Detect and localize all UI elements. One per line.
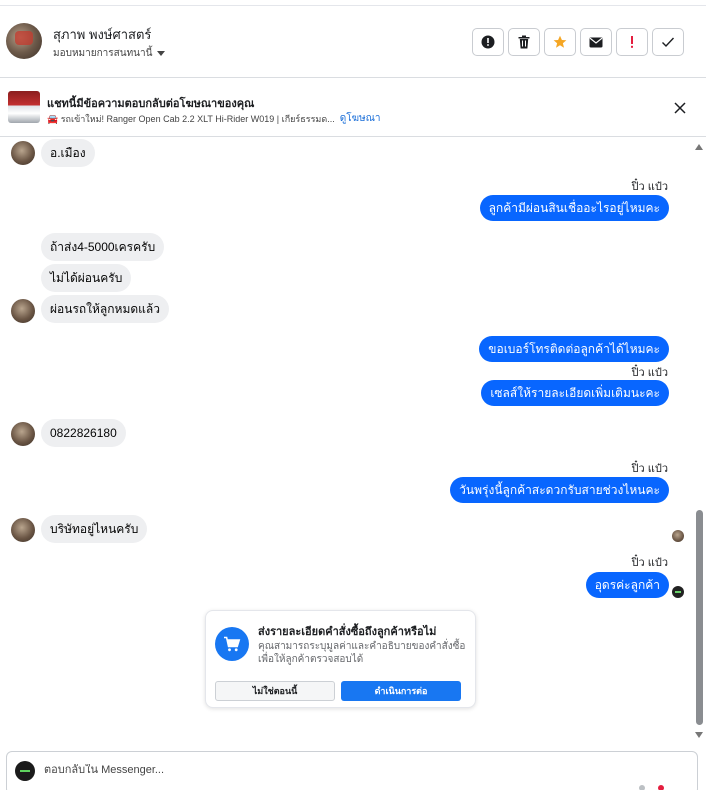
message-incoming: บริษัทอยู่ไหนครับ — [41, 515, 148, 543]
message-incoming: 0822826180 — [41, 419, 126, 447]
message-outgoing: วันพรุ่งนี้ลูกค้าสะดวกรับสายช่วงไหนคะ — [450, 477, 669, 503]
message-sender: ปิ๋ว แป๋ว — [631, 367, 668, 379]
page-avatar — [15, 761, 35, 781]
spam-button[interactable] — [616, 28, 648, 56]
emoji-icon[interactable] — [639, 785, 645, 790]
message-outgoing: ขอเบอร์โทรติดต่อลูกค้าได้ไหมคะ — [479, 336, 669, 362]
contact-avatar-small — [11, 422, 35, 446]
contact-avatar-small — [11, 141, 35, 165]
view-ad-link[interactable]: ดูโฆษณา — [340, 111, 381, 126]
ad-thumbnail[interactable] — [8, 91, 40, 123]
mark-unread-button[interactable] — [580, 28, 612, 56]
info-icon — [481, 35, 495, 49]
continue-button[interactable]: ดำเนินการต่อ — [341, 681, 461, 701]
message-incoming: อ.เมือง — [41, 139, 95, 167]
conversation-header: สุภาพ พงษ์ศาสตร์ มอบหมายการสนทนานี้ — [0, 6, 706, 78]
close-icon[interactable] — [672, 100, 688, 116]
trash-icon — [518, 35, 530, 49]
message-incoming: ถ้าส่ง4-5000เครครับ — [41, 233, 165, 261]
message-outgoing: ลูกค้ามีผ่อนสินเชื่ออะไรอยู่ไหมคะ — [479, 195, 669, 221]
message-sender: ปิ๋ว แป๋ว — [631, 557, 668, 569]
scroll-up-arrow-icon[interactable] — [695, 144, 703, 150]
message-sender: ปิ๋ว แป๋ว — [631, 181, 668, 193]
conversation-scrollbar[interactable] — [694, 140, 704, 744]
exclamation-icon — [631, 36, 633, 48]
star-icon — [553, 35, 567, 48]
caret-down-icon — [157, 51, 166, 56]
done-button[interactable] — [652, 28, 684, 56]
delete-button[interactable] — [508, 28, 540, 56]
ad-banner-subtitle: 🚘 รถเข้าใหม่! Ranger Open Cab 2.2 XLT Hi… — [47, 111, 380, 126]
sender-avatar-small — [672, 586, 684, 598]
contact-avatar-small — [11, 299, 35, 323]
ad-banner-title: แชทนี้มีข้อความตอบกลับต่อโฆษณาของคุณ — [47, 98, 255, 110]
like-icon[interactable] — [658, 785, 664, 790]
header-actions — [472, 28, 684, 56]
contact-avatar[interactable] — [6, 23, 42, 59]
message-outgoing: เซลส์ให้รายละเอียดเพิ่มเติมนะคะ — [481, 380, 669, 406]
order-details-prompt-card: ส่งรายละเอียดคำสั่งซื้อถึงลูกค้าหรือไม่ … — [205, 610, 476, 708]
reply-input[interactable] — [44, 764, 604, 776]
ad-reply-banner: แชทนี้มีข้อความตอบกลับต่อโฆษณาของคุณ 🚘 ร… — [0, 79, 706, 137]
star-button[interactable] — [544, 28, 576, 56]
ad-description: 🚘 รถเข้าใหม่! Ranger Open Cab 2.2 XLT Hi… — [47, 113, 335, 124]
read-receipt-avatar — [672, 530, 684, 542]
message-outgoing: อุดรค่ะลูกค้า — [585, 572, 669, 598]
order-card-description: คุณสามารถระบุมูลค่าและคำอธิบายของคำสั่งซ… — [258, 641, 466, 665]
cart-icon — [215, 627, 249, 661]
assign-conversation-label: มอบหมายการสนทนานี้ — [53, 48, 153, 59]
checkmark-icon — [662, 37, 675, 48]
not-now-button[interactable]: ไม่ใช่ตอนนี้ — [215, 681, 335, 701]
scrollbar-thumb[interactable] — [696, 510, 703, 725]
message-incoming: ผ่อนรถให้ลูกหมดแล้ว — [41, 295, 169, 323]
contact-avatar-small — [11, 518, 35, 542]
scroll-down-arrow-icon[interactable] — [695, 732, 703, 738]
envelope-icon — [589, 37, 603, 47]
message-sender: ปิ๋ว แป๋ว — [631, 463, 668, 475]
message-incoming: ไม่ได้ผ่อนครับ — [41, 264, 132, 292]
info-button[interactable] — [472, 28, 504, 56]
reply-composer — [6, 751, 698, 790]
order-card-title: ส่งรายละเอียดคำสั่งซื้อถึงลูกค้าหรือไม่ — [258, 626, 437, 638]
assign-conversation-dropdown[interactable]: มอบหมายการสนทนานี้ — [53, 46, 166, 61]
contact-name[interactable]: สุภาพ พงษ์ศาสตร์ — [53, 24, 151, 45]
